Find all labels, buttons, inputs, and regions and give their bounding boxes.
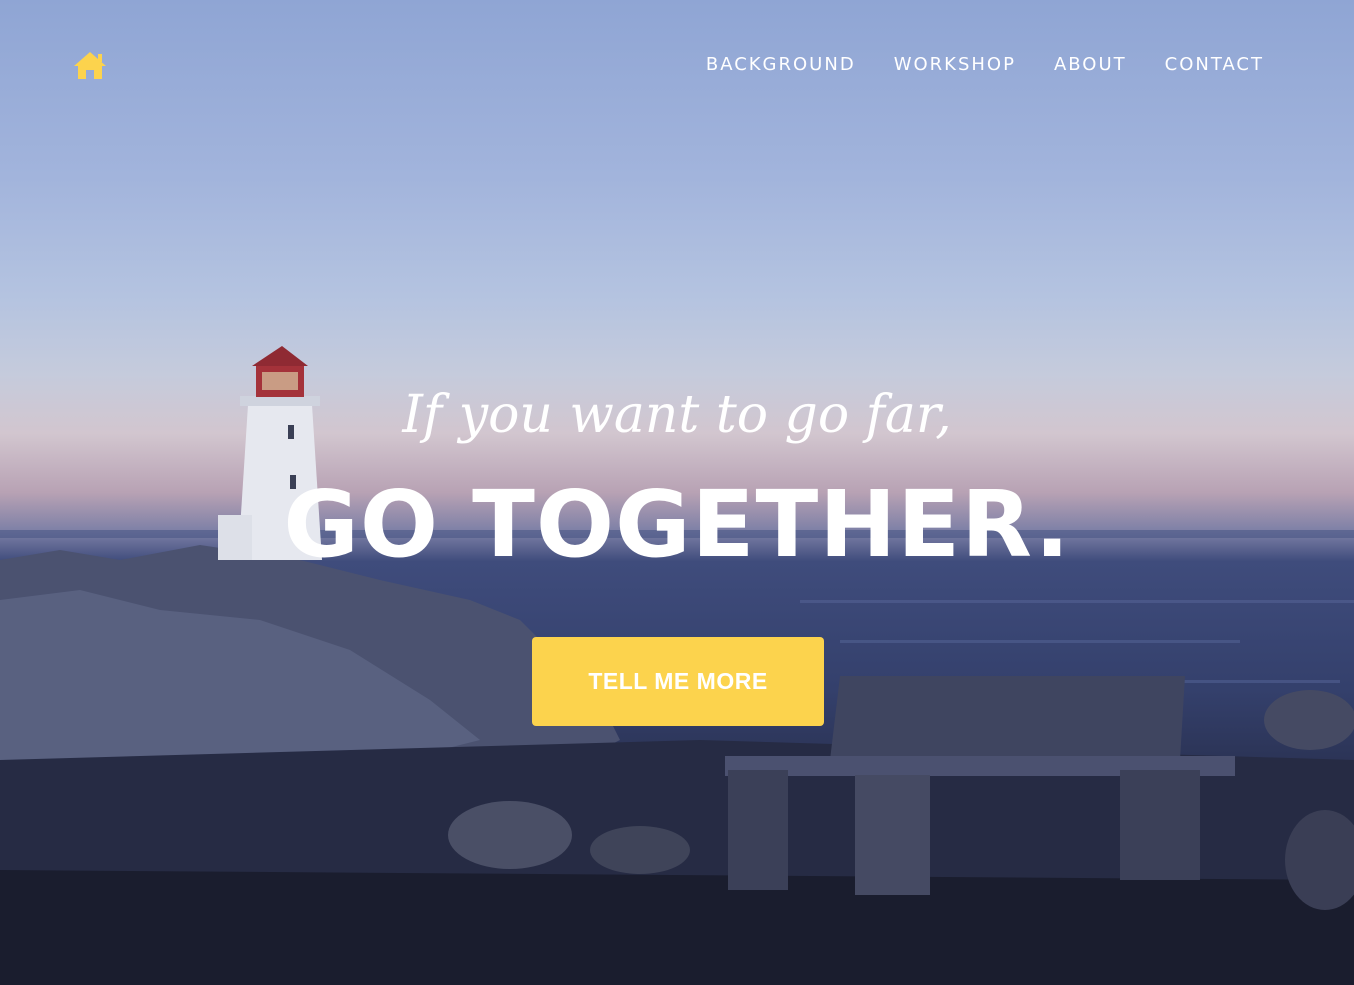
hero-heading: GO TOGETHER. — [283, 471, 1071, 578]
hero-lead-in: If you want to go far, — [402, 385, 952, 445]
nav-link-contact[interactable]: CONTACT — [1165, 54, 1264, 75]
home-icon[interactable] — [72, 49, 108, 81]
nav-link-about[interactable]: ABOUT — [1054, 54, 1127, 75]
nav-link-workshop[interactable]: WORKSHOP — [894, 54, 1016, 75]
hero-section: BACKGROUND WORKSHOP ABOUT CONTACT If you… — [0, 0, 1354, 985]
tell-me-more-button[interactable]: TELL ME MORE — [532, 637, 824, 726]
top-navigation: BACKGROUND WORKSHOP ABOUT CONTACT — [0, 0, 1354, 130]
nav-links: BACKGROUND WORKSHOP ABOUT CONTACT — [706, 54, 1264, 75]
nav-link-background[interactable]: BACKGROUND — [706, 54, 856, 75]
